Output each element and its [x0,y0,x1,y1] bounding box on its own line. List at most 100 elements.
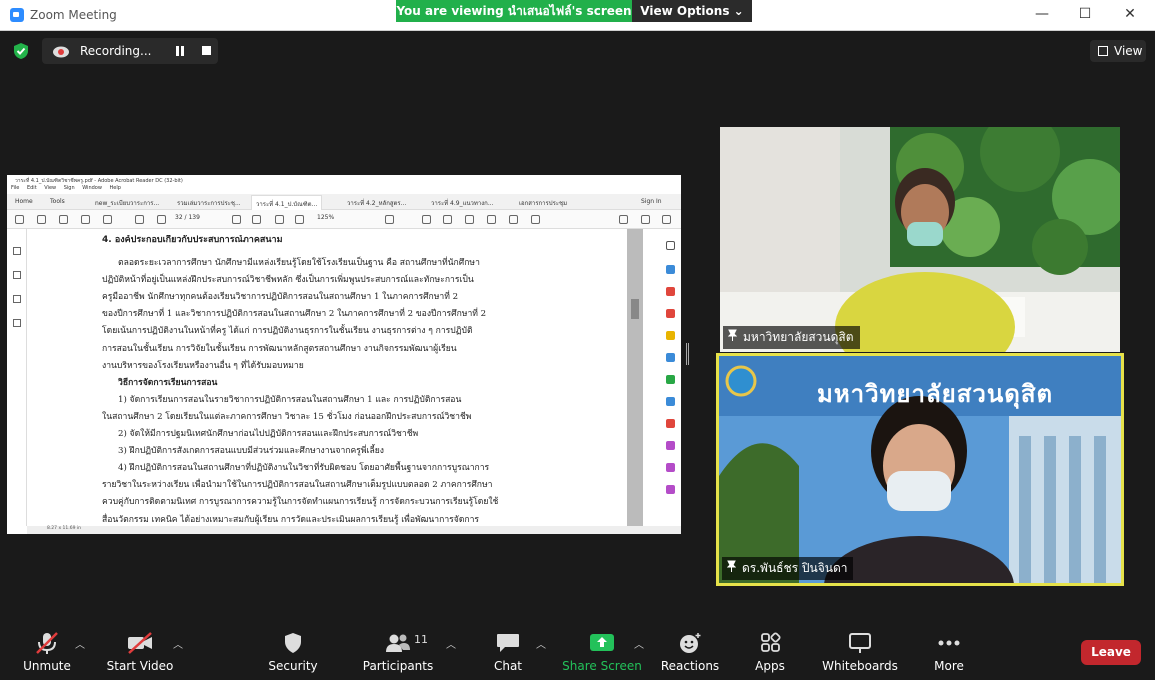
zoom-out-icon[interactable] [275,215,284,224]
menu-help[interactable]: Help [110,185,121,191]
doc-line: ของปีการศึกษาที่ 1 และวิชาการปฏิบัติการส… [102,309,487,320]
close-icon[interactable]: ✕ [1120,6,1140,22]
shared-screen: วาระที่ 4.1_ป.บัณฑิตวิชาชีพครู.pdf - Ado… [7,175,681,534]
create-pdf-icon[interactable] [666,287,675,296]
whiteboards-button[interactable]: Whiteboards [820,622,900,680]
participants-options-chevron-icon[interactable]: ︿ [446,636,456,651]
share-screen-button[interactable]: Share Screen [562,622,642,680]
chat-bubble-icon [497,634,519,652]
audio-options-chevron-icon[interactable]: ︿ [75,636,85,651]
scan-ocr-icon[interactable] [666,397,675,406]
page-down-icon[interactable] [157,215,166,224]
pause-recording-icon[interactable] [175,46,185,56]
apps-button[interactable]: Apps [748,622,792,680]
mail-icon[interactable] [641,215,650,224]
protect-icon[interactable] [666,441,675,450]
tab-home[interactable]: Home [15,198,33,205]
reactions-button[interactable]: Reactions [660,622,720,680]
pdf-scrollbar[interactable] [627,229,643,526]
pdf-scroll-thumb[interactable] [631,299,639,319]
pdf-page: 4. องค์ประกอบเกี่ยวกับประสบการณ์ภาคสนาม … [102,235,537,525]
security-button[interactable]: Security [264,622,322,680]
start-video-button[interactable]: Start Video [104,622,176,680]
chat-options-chevron-icon[interactable]: ︿ [536,636,546,651]
sign-in-link[interactable]: Sign In [641,198,662,205]
tab-doc-5[interactable]: วาระที่ 4.9_แนวทางก... [431,198,494,208]
video-options-chevron-icon[interactable]: ︿ [173,636,183,651]
save-icon[interactable] [15,215,24,224]
highlight-icon[interactable] [443,215,452,224]
page-up-icon[interactable] [135,215,144,224]
page-indicator[interactable]: 32 / 139 [175,214,200,221]
maximize-icon[interactable]: ☐ [1075,6,1095,22]
comment-icon[interactable] [422,215,431,224]
tab-doc-6[interactable]: เอกสารการประชุม [519,198,567,208]
participants-button[interactable]: 11 Participants [362,622,434,680]
view-options-button[interactable]: View Options ⌄ [632,0,752,22]
acrobat-tools-rail [661,229,681,526]
split-view-handle[interactable] [686,343,689,365]
comment-tool-icon[interactable] [666,331,675,340]
doc-line: สื่อนวัตกรรม เทคนิค ได้อย่างเหมาะสมกับผู… [102,514,480,525]
menu-view[interactable]: View [44,185,56,191]
share-options-chevron-icon[interactable]: ︿ [634,636,644,651]
video-camera-off-icon [128,632,152,654]
minimize-icon[interactable]: — [1032,6,1052,22]
encryption-shield-icon[interactable] [12,42,30,60]
tab-doc-active[interactable]: วาระที่ 4.1_ป.บัณฑิต... [251,195,323,210]
viewing-screen-banner: You are viewing นำเสนอไฟล์'s screen [396,0,632,22]
stop-recording-icon[interactable] [202,46,211,55]
more-tools-icon[interactable] [666,485,675,494]
menu-edit[interactable]: Edit [27,185,37,191]
print-icon[interactable] [81,215,90,224]
backdrop-university-sign: มหาวิทยาลัยสวนดุสิต [817,380,1054,408]
fill-sign-icon[interactable] [666,419,675,428]
acrobat-tabbar: Home Tools new_ระเบียบวาระการ... รวมเล่ม… [7,194,681,210]
video-tile[interactable]: มหาวิทยาลัยสวนดุสิต [720,127,1120,352]
layers-icon[interactable] [13,319,21,327]
bookmark-star-icon[interactable] [37,215,46,224]
delete-icon[interactable] [509,215,518,224]
export-pdf-icon[interactable] [666,265,675,274]
search-icon[interactable] [103,215,112,224]
stamp-icon[interactable] [487,215,496,224]
chat-button[interactable]: Chat [484,622,532,680]
hand-tool-icon[interactable] [252,215,261,224]
select-cursor-icon[interactable] [232,215,241,224]
prepare-form-icon[interactable] [666,463,675,472]
bookmarks-icon[interactable] [13,271,21,279]
upload-icon[interactable] [59,215,68,224]
account-icon[interactable] [662,215,671,224]
chat-label: Chat [493,659,523,673]
zoom-level[interactable]: 125% [317,214,334,221]
acrobat-title: วาระที่ 4.1_ป.บัณฑิตวิชาชีพครู.pdf - Ado… [7,175,681,185]
attachments-icon[interactable] [13,295,21,303]
combine-files-icon[interactable] [666,353,675,362]
page-thumbnails-icon[interactable] [13,247,21,255]
more-button[interactable]: More [928,622,970,680]
tab-doc-4[interactable]: วาระที่ 4.2_หลักสูตร... [347,198,406,208]
share-screen-label: Share Screen [562,659,642,673]
menu-file[interactable]: File [11,185,19,191]
tab-tools[interactable]: Tools [50,198,65,205]
zoom-tool-icon[interactable] [666,241,675,250]
view-layout-button[interactable]: View [1090,40,1146,62]
sign-icon[interactable] [619,215,628,224]
draw-icon[interactable] [465,215,474,224]
zoom-in-icon[interactable] [295,215,304,224]
participant-name: ดร.พันธ์ชร ปินจินดา [742,561,848,575]
scroll-mode-icon[interactable] [385,215,394,224]
edit-pdf-icon[interactable] [666,309,675,318]
video-tile-active-speaker[interactable]: มหาวิทยาลัยสวนดุสิต ดร.พันธ์ชร ปินจินดา [716,353,1124,586]
leave-button[interactable]: Leave [1081,640,1141,665]
tab-doc-2[interactable]: รวมเล่มวาระการประชุ... [177,198,241,208]
organize-pages-icon[interactable] [666,375,675,384]
menu-sign[interactable]: Sign [64,185,75,191]
rotate-icon[interactable] [531,215,540,224]
tab-doc-1[interactable]: new_ระเบียบวาระการ... [95,198,159,208]
doc-line: งานบริหารของโรงเรียนหรืองานอื่น ๆ ที่ได้… [102,360,304,371]
unmute-button[interactable]: Unmute [18,622,76,680]
cloud-record-icon [53,46,69,58]
whiteboard-icon [849,633,871,653]
menu-window[interactable]: Window [82,185,102,191]
